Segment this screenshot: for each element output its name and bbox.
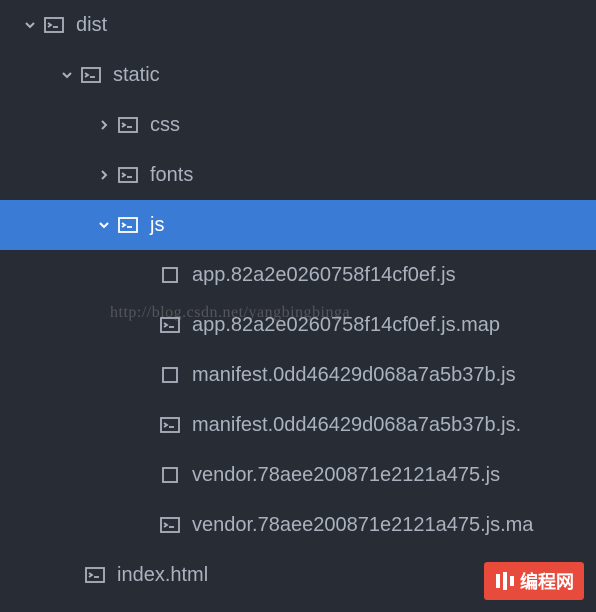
- tree-item-manifest-js[interactable]: manifest.0dd46429d068a7a5b37b.js: [0, 350, 596, 400]
- badge-text: 编程网: [520, 568, 574, 594]
- tree-item-label: app.82a2e0260758f14cf0ef.js: [192, 264, 456, 287]
- tree-item-label: vendor.78aee200871e2121a475.js: [192, 464, 500, 487]
- chevron-right-icon: [92, 169, 116, 181]
- tree-item-label: vendor.78aee200871e2121a475.js.ma: [192, 514, 533, 537]
- terminal-icon: [83, 563, 107, 587]
- chevron-down-icon: [18, 19, 42, 31]
- tree-item-js[interactable]: js: [0, 200, 596, 250]
- chevron-down-icon: [92, 219, 116, 231]
- tree-item-label: fonts: [150, 164, 193, 187]
- tree-item-vendor-js-map[interactable]: vendor.78aee200871e2121a475.js.ma: [0, 500, 596, 550]
- badge-logo-icon: [494, 570, 516, 592]
- tree-item-static[interactable]: static: [0, 50, 596, 100]
- terminal-icon: [116, 213, 140, 237]
- tree-item-label: manifest.0dd46429d068a7a5b37b.js.: [192, 414, 521, 437]
- tree-item-label: app.82a2e0260758f14cf0ef.js.map: [192, 314, 500, 337]
- tree-item-app-js-map[interactable]: app.82a2e0260758f14cf0ef.js.map: [0, 300, 596, 350]
- tree-item-label: index.html: [117, 564, 208, 587]
- terminal-icon: [158, 513, 182, 537]
- chevron-down-icon: [55, 69, 79, 81]
- square-icon: [158, 363, 182, 387]
- tree-item-label: static: [113, 64, 160, 87]
- terminal-icon: [42, 13, 66, 37]
- tree-item-label: dist: [76, 14, 107, 37]
- terminal-icon: [79, 63, 103, 87]
- terminal-icon: [158, 313, 182, 337]
- terminal-icon: [116, 163, 140, 187]
- tree-item-manifest-js-map[interactable]: manifest.0dd46429d068a7a5b37b.js.: [0, 400, 596, 450]
- site-badge: 编程网: [484, 562, 584, 600]
- chevron-right-icon: [92, 119, 116, 131]
- tree-item-app-js[interactable]: app.82a2e0260758f14cf0ef.js: [0, 250, 596, 300]
- tree-item-label: manifest.0dd46429d068a7a5b37b.js: [192, 364, 516, 387]
- tree-item-dist[interactable]: dist: [0, 0, 596, 50]
- square-icon: [158, 263, 182, 287]
- square-icon: [158, 463, 182, 487]
- tree-item-label: js: [150, 214, 164, 237]
- tree-item-vendor-js[interactable]: vendor.78aee200871e2121a475.js: [0, 450, 596, 500]
- tree-item-label: css: [150, 114, 180, 137]
- terminal-icon: [116, 113, 140, 137]
- terminal-icon: [158, 413, 182, 437]
- tree-item-css[interactable]: css: [0, 100, 596, 150]
- tree-item-fonts[interactable]: fonts: [0, 150, 596, 200]
- file-tree: dist static css fonts js app.82a2e026075…: [0, 0, 596, 600]
